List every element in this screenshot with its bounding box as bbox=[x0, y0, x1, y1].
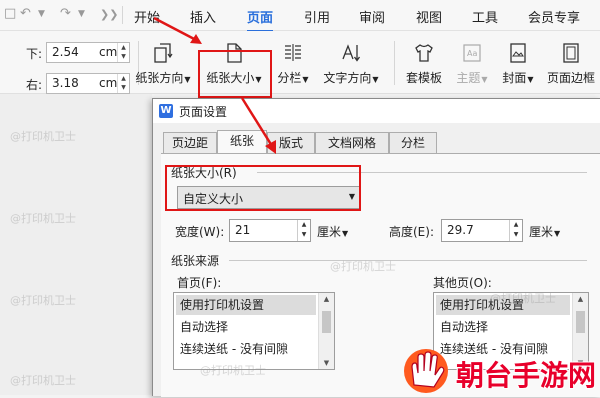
menu-bar: □ ↶ ▼ ↷ ▼ ❯❯ 开始 插入 页面 引用 审阅 视图 工具 会员专享 bbox=[0, 0, 600, 32]
scroll-up-icon[interactable]: ▲ bbox=[319, 295, 334, 303]
text-direction-icon bbox=[342, 44, 361, 62]
columns-button[interactable]: 分栏▼ bbox=[272, 41, 314, 86]
columns-icon bbox=[285, 44, 301, 61]
scroll-up-icon[interactable]: ▲ bbox=[573, 295, 588, 303]
first-page-list[interactable]: 使用打印机设置 自动选择 连续送纸 - 没有间隙 ▲ ▼ bbox=[173, 292, 335, 370]
list-item[interactable]: 使用打印机设置 bbox=[436, 295, 570, 315]
chevron-down-icon: ▼ bbox=[481, 75, 488, 84]
template-label: 套模板 bbox=[405, 71, 442, 85]
first-page-label: 首页(F): bbox=[177, 276, 222, 290]
redo-icon[interactable]: ↷ bbox=[60, 6, 71, 21]
page-border-label: 页面边框 bbox=[546, 71, 595, 85]
ribbon: 下: 2.54 cm ▲ ▼ 右: 3.18 cm ▲ ▼ 纸张方向▼ 纸张大小▼ … bbox=[0, 31, 600, 98]
undo-dropdown-icon[interactable]: ▼ bbox=[38, 9, 45, 19]
tab-columns[interactable]: 分栏 bbox=[389, 132, 437, 154]
width-input[interactable]: 21 ▲ ▼ bbox=[229, 219, 311, 242]
brand-hand-icon bbox=[404, 349, 448, 393]
width-value: 21 bbox=[235, 223, 251, 237]
cover-label: 封面 bbox=[502, 71, 527, 85]
tab-member[interactable]: 会员专享 bbox=[528, 7, 580, 26]
height-label: 高度(E): bbox=[389, 225, 434, 239]
orientation-label: 纸张方向 bbox=[135, 71, 184, 85]
scroll-down-icon[interactable]: ▼ bbox=[319, 359, 334, 367]
save-icon[interactable]: □ bbox=[4, 6, 16, 21]
shirt-icon bbox=[415, 44, 433, 62]
dialog-title: 页面设置 bbox=[179, 105, 228, 119]
tab-view[interactable]: 视图 bbox=[416, 7, 442, 26]
margin-right-input[interactable]: 3.18 cm ▲ ▼ bbox=[46, 73, 130, 94]
margin-bottom-label: 下: bbox=[26, 47, 43, 61]
brand-watermark: 朝台手游网 bbox=[398, 345, 600, 395]
template-button[interactable]: 套模板 bbox=[402, 41, 446, 86]
tab-review[interactable]: 审阅 bbox=[359, 7, 385, 26]
columns-label: 分栏 bbox=[277, 71, 302, 85]
paper-source-group-label: 纸张来源 bbox=[171, 254, 220, 268]
margin-right-label: 右: bbox=[26, 78, 43, 92]
cover-button[interactable]: 封面▼ bbox=[498, 41, 538, 86]
menu-divider bbox=[122, 6, 123, 24]
width-unit[interactable]: 厘米▼ bbox=[317, 223, 348, 240]
text-direction-label: 文字方向 bbox=[323, 71, 372, 85]
document-area bbox=[0, 94, 152, 395]
highlight-box-paper-size bbox=[198, 50, 272, 98]
tab-references[interactable]: 引用 bbox=[304, 7, 330, 26]
first-page-scrollbar[interactable]: ▲ ▼ bbox=[318, 293, 334, 369]
chevron-down-icon: ▼ bbox=[184, 75, 191, 84]
tab-tools[interactable]: 工具 bbox=[472, 7, 498, 26]
height-input[interactable]: 29.7 ▲ ▼ bbox=[441, 219, 523, 242]
margin-right-spinner[interactable]: ▲ ▼ bbox=[117, 74, 129, 93]
chevron-down-icon: ▼ bbox=[302, 75, 309, 84]
width-spinner[interactable]: ▲ ▼ bbox=[297, 220, 310, 241]
redo-dropdown-icon[interactable]: ▼ bbox=[78, 9, 85, 19]
scroll-thumb[interactable] bbox=[322, 311, 331, 333]
theme-icon: Aa bbox=[463, 44, 481, 62]
cover-icon bbox=[510, 43, 526, 63]
other-pages-label: 其他页(O): bbox=[433, 276, 492, 290]
tab-document-grid[interactable]: 文档网格 bbox=[315, 132, 389, 154]
chevron-down-icon: ▼ bbox=[342, 229, 349, 238]
chevron-down-icon: ▼ bbox=[527, 75, 534, 84]
chevron-down-icon: ▼ bbox=[554, 229, 561, 238]
margin-right-value: 3.18 bbox=[52, 76, 79, 90]
list-item[interactable]: 连续送纸 - 没有间隙 bbox=[176, 339, 316, 359]
list-item[interactable]: 自动选择 bbox=[176, 317, 316, 337]
margin-bottom-value: 2.54 bbox=[52, 45, 79, 59]
text-direction-button[interactable]: 文字方向▼ bbox=[318, 41, 384, 86]
tab-margins[interactable]: 页边距 bbox=[163, 132, 217, 154]
arrow-annotation-1 bbox=[153, 16, 202, 44]
group-divider bbox=[229, 260, 587, 261]
undo-icon[interactable]: ↶ bbox=[20, 6, 31, 21]
margin-bottom-input[interactable]: 2.54 cm ▲ ▼ bbox=[46, 42, 130, 63]
theme-button[interactable]: Aa 主题▼ bbox=[450, 41, 494, 86]
ribbon-divider bbox=[394, 41, 395, 85]
arrow-annotation-2 bbox=[240, 97, 276, 154]
theme-label: 主题 bbox=[456, 71, 481, 85]
width-label: 宽度(W): bbox=[175, 225, 225, 239]
list-item[interactable]: 自动选择 bbox=[436, 317, 570, 337]
tab-page[interactable]: 页面 bbox=[247, 7, 274, 32]
height-value: 29.7 bbox=[447, 223, 474, 237]
highlight-box-paper-size-select bbox=[165, 165, 361, 211]
margin-right-unit: cm bbox=[99, 76, 118, 90]
margin-bottom-spinner[interactable]: ▲ ▼ bbox=[117, 43, 129, 62]
margin-bottom-unit: cm bbox=[99, 45, 118, 59]
list-item[interactable]: 使用打印机设置 bbox=[176, 295, 316, 315]
svg-text:Aa: Aa bbox=[467, 49, 477, 58]
height-unit-label: 厘米 bbox=[529, 225, 554, 239]
more-commands-icon[interactable]: ❯❯ bbox=[100, 8, 118, 21]
brand-text: 朝台手游网 bbox=[456, 359, 597, 392]
wps-logo-icon: W bbox=[159, 104, 173, 118]
width-unit-label: 厘米 bbox=[317, 225, 342, 239]
page-border-button[interactable]: 页面边框 bbox=[542, 41, 600, 86]
height-spinner[interactable]: ▲ ▼ bbox=[509, 220, 522, 241]
height-unit[interactable]: 厘米▼ bbox=[529, 223, 560, 240]
page-border-icon bbox=[563, 43, 579, 63]
chevron-down-icon: ▼ bbox=[372, 75, 379, 84]
dialog-title-bar[interactable]: W 页面设置 bbox=[153, 99, 600, 123]
scroll-thumb[interactable] bbox=[576, 311, 585, 333]
